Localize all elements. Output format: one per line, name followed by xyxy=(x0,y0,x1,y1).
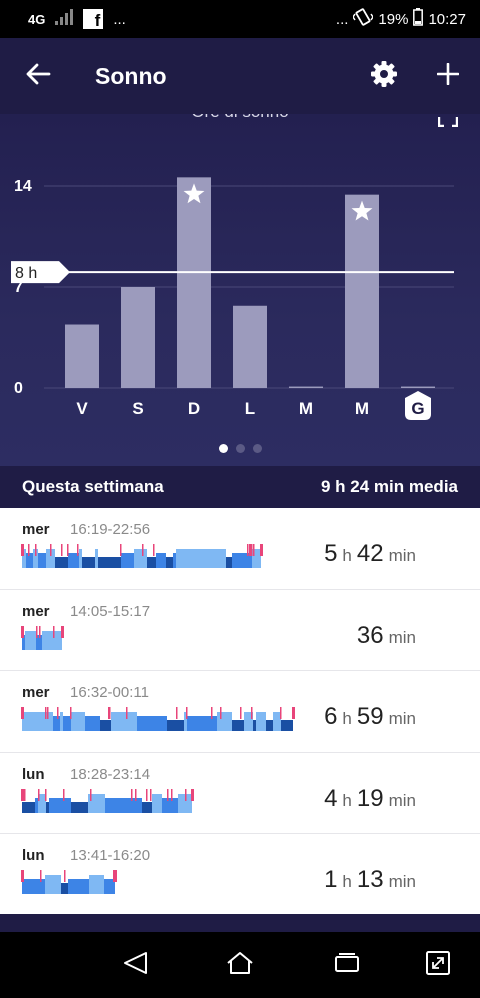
facebook-icon: f xyxy=(83,9,104,29)
chart-bar[interactable] xyxy=(233,305,267,388)
week-summary-bar: Questa settimana 9 h 24 min media xyxy=(0,466,480,508)
session-duration: 36 min xyxy=(357,622,416,650)
sleep-stage-graph xyxy=(21,870,117,894)
recents-icon xyxy=(334,952,360,979)
triangle-back-icon xyxy=(122,951,148,980)
back-button[interactable] xyxy=(18,56,58,96)
chart-bar[interactable] xyxy=(289,386,323,388)
sleep-session-row[interactable]: mer 16:19-22:56 5 h 42 min xyxy=(0,508,480,590)
session-day: mer xyxy=(22,684,50,701)
session-minutes: 59 xyxy=(356,703,384,730)
session-hours: 4 xyxy=(324,784,338,812)
session-day: mer xyxy=(22,602,50,620)
arrow-left-icon xyxy=(25,62,51,91)
chart-bar[interactable] xyxy=(65,324,99,388)
gear-icon xyxy=(370,60,398,93)
week-average: 9 h 24 min media xyxy=(321,477,458,496)
app-header: Sonno xyxy=(0,38,480,114)
sleep-sessions-list: mer 16:19-22:56 5 h 42 min mer 14:05-15:17 36 min… xyxy=(0,508,480,916)
session-duration: 5 h 42 min xyxy=(324,540,416,568)
chart-bar[interactable] xyxy=(121,287,155,388)
session-minutes: 19 xyxy=(356,784,384,812)
session-hours-unit: h xyxy=(342,709,352,728)
session-hours-unit: h xyxy=(342,546,352,565)
page-title: Sonno xyxy=(95,62,167,89)
x-tick-label[interactable]: D xyxy=(188,399,200,418)
clock: 10:27 xyxy=(428,10,466,28)
session-day: mer xyxy=(22,521,50,538)
system-nav-bar xyxy=(0,932,480,998)
session-hours-unit: h xyxy=(342,790,352,810)
chart-bar[interactable] xyxy=(177,177,211,388)
network-label: 4G xyxy=(28,11,46,27)
sleep-session-row[interactable]: lun 18:28-23:14 4 h 19 min xyxy=(0,752,480,834)
sleep-bar-chart[interactable]: 07148 hV S D L M M G xyxy=(0,114,480,434)
plus-icon xyxy=(436,62,460,90)
session-minutes-unit: min xyxy=(388,790,416,810)
session-duration: 1 h 13 min xyxy=(324,866,416,894)
next-week-header xyxy=(0,914,480,932)
chart-bar[interactable] xyxy=(401,386,435,388)
nav-home-button[interactable] xyxy=(223,950,257,980)
home-icon xyxy=(226,951,254,980)
add-button[interactable] xyxy=(426,54,470,98)
sleep-stage-graph xyxy=(21,625,64,650)
session-minutes-unit: min xyxy=(388,546,416,565)
sleep-stage-graph xyxy=(21,788,194,813)
signal-icon xyxy=(55,9,74,29)
expand-diagonal-icon xyxy=(425,950,451,981)
session-minutes-unit: min xyxy=(388,872,416,891)
session-minutes: 36 xyxy=(356,621,384,649)
x-tick-label[interactable]: V xyxy=(76,399,88,418)
session-hours-unit: h xyxy=(342,872,352,891)
x-tick-label[interactable]: G xyxy=(411,399,424,418)
session-hours: 6 xyxy=(324,703,338,730)
sleep-session-row[interactable]: mer 14:05-15:17 36 min xyxy=(0,589,480,671)
session-time-range: 16:19-22:56 xyxy=(70,521,151,538)
x-tick-label[interactable]: M xyxy=(299,399,313,418)
session-day: lun xyxy=(22,765,45,783)
x-tick-label[interactable]: M xyxy=(355,399,369,418)
y-tick-label: 0 xyxy=(14,380,23,397)
pager-dot[interactable] xyxy=(252,444,262,453)
sleep-stage-graph xyxy=(21,544,263,568)
session-day: lun xyxy=(22,847,45,864)
sleep-session-row[interactable]: lun 13:41-16:20 1 h 13 min xyxy=(0,834,480,916)
status-bar: 4G f ... ... 19% 10:27 xyxy=(0,0,480,38)
x-tick-label[interactable]: S xyxy=(132,399,143,418)
battery-icon xyxy=(413,8,424,30)
x-tick-label[interactable]: L xyxy=(245,399,255,418)
session-time-range: 13:41-16:20 xyxy=(70,847,151,864)
session-time-range: 16:32-00:11 xyxy=(70,684,149,701)
chart-pager[interactable] xyxy=(0,444,480,453)
session-minutes: 42 xyxy=(356,540,384,567)
session-duration: 4 h 19 min xyxy=(324,785,416,813)
vibrate-icon xyxy=(352,8,375,30)
pager-dot[interactable] xyxy=(235,444,245,453)
sleep-chart-panel[interactable]: Ore di sonno 07148 hVSDLMMG xyxy=(0,114,480,466)
settings-button[interactable] xyxy=(362,54,406,98)
session-minutes: 13 xyxy=(356,866,384,893)
battery-label: 19% xyxy=(378,10,409,28)
session-duration: 6 h 59 min xyxy=(324,703,416,731)
y-tick-label: 14 xyxy=(14,178,32,195)
session-hours: 5 xyxy=(324,540,338,567)
sleep-stage-graph xyxy=(21,707,295,731)
pager-dot[interactable] xyxy=(218,444,228,453)
ellipsis-right: ... xyxy=(335,10,349,28)
nav-back-button[interactable] xyxy=(118,950,152,980)
session-time-range: 18:28-23:14 xyxy=(70,765,151,783)
nav-recents-button[interactable] xyxy=(330,950,364,980)
session-hours: 1 xyxy=(324,866,338,893)
session-minutes-unit: min xyxy=(388,627,416,647)
sleep-session-row[interactable]: mer 16:32-00:11 6 h 59 min xyxy=(0,671,480,753)
ellipsis-left: ... xyxy=(113,10,126,28)
goal-label: 8 h xyxy=(15,265,37,282)
session-time-range: 14:05-15:17 xyxy=(70,602,151,620)
chart-bar[interactable] xyxy=(345,194,379,388)
week-label: Questa settimana xyxy=(22,477,164,496)
nav-expand-button[interactable] xyxy=(421,950,455,980)
session-minutes-unit: min xyxy=(388,709,416,728)
